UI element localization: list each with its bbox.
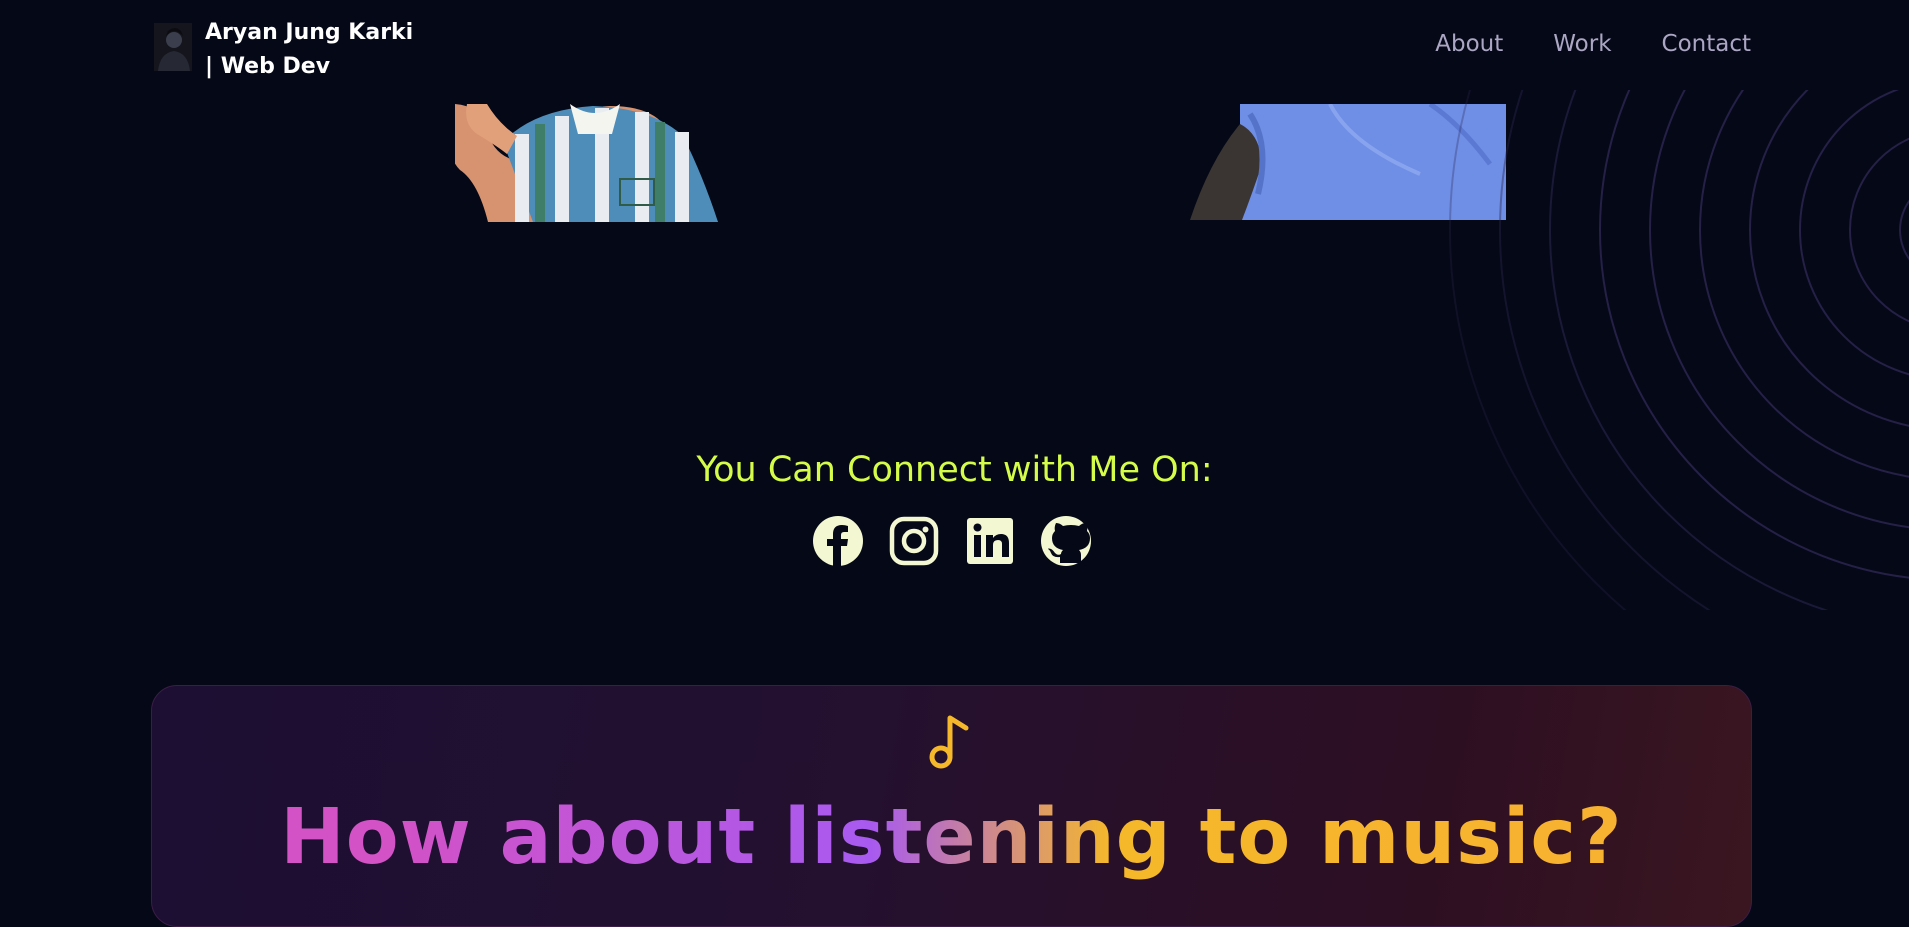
avatar-cartoon-image [455,104,740,222]
nav-about[interactable]: About [1435,26,1503,62]
decorative-rings [1449,90,1909,610]
linkedin-icon[interactable] [964,515,1016,567]
avatar [154,23,192,71]
brand-link[interactable]: Aryan Jung Karki | Web Dev [154,16,425,84]
nav-work[interactable]: Work [1553,26,1611,62]
social-links [812,515,1092,571]
connect-heading: You Can Connect with Me On: [696,450,1213,490]
music-heading: How about listening to music? [152,792,1751,884]
instagram-icon[interactable] [888,515,940,567]
brand-name: Aryan Jung Karki | Web Dev [205,20,414,79]
nav-contact[interactable]: Contact [1662,26,1751,62]
github-icon[interactable] [1040,515,1092,567]
facebook-icon[interactable] [812,515,864,567]
music-card: How about listening to music? [151,685,1752,927]
main-nav: About Work Contact [1385,26,1751,62]
music-note-icon [929,715,969,769]
site-header: Aryan Jung Karki | Web Dev About Work Co… [0,0,1909,90]
